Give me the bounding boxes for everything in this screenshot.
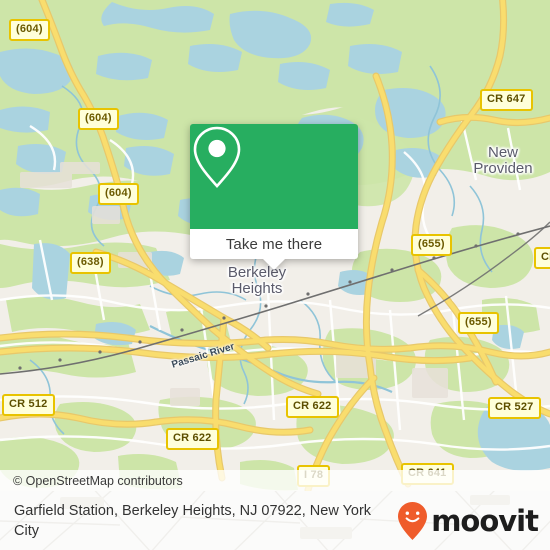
shield-655-b: (655) [458,312,499,334]
shield-cr-622-b: CR 622 [166,428,219,450]
take-me-there-card[interactable]: Take me there [190,124,358,270]
card-action-area[interactable]: Take me there [190,229,358,270]
moovit-wordmark: moovit [431,503,539,538]
shield-cr-527: CR 527 [488,397,541,419]
shield-cr-647: CR 647 [480,89,533,111]
footer-bar: Garfield Station, Berkeley Heights, NJ 0… [0,491,550,550]
place-line-2: Heights [231,280,283,297]
card-image-area [190,124,358,229]
location-address: Garfield Station, Berkeley Heights, NJ 0… [14,502,372,539]
shield-cr-622-a: CR 622 [286,396,339,418]
map-canvas[interactable]: (604) (604) (604) (638) CR 647 (655) CR … [0,0,550,491]
map-screen: (604) (604) (604) (638) CR 647 (655) CR … [0,0,550,550]
shield-655-a: (655) [411,234,452,256]
shield-604-c: (604) [98,183,139,205]
shield-cr-512: CR 512 [2,394,55,416]
shield-638: (638) [70,252,111,274]
take-me-there-label: Take me there [225,235,323,253]
moovit-logo[interactable]: moovit [397,501,539,541]
map-pin-icon [193,126,241,188]
shield-cr-clipped: CR [534,247,550,269]
map-attribution-bar: © OpenStreetMap contributors [0,470,550,491]
card-pointer-tail [263,259,285,270]
place-line-1: New [487,144,519,161]
shield-604-a: (604) [9,19,50,41]
moovit-pin-icon [398,501,428,540]
place-label-new-providence: New Providen [473,145,532,177]
attribution-text[interactable]: © OpenStreetMap contributors [13,474,183,488]
place-line-2: Providen [473,160,533,177]
shield-604-b: (604) [78,108,119,130]
